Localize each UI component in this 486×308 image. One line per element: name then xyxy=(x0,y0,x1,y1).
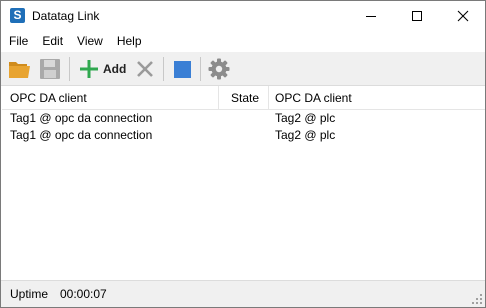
close-button[interactable] xyxy=(440,1,486,31)
gear-icon xyxy=(208,58,230,80)
add-button[interactable]: Add xyxy=(79,57,126,81)
delete-button[interactable] xyxy=(136,57,154,81)
menu-edit[interactable]: Edit xyxy=(35,32,70,51)
title-bar[interactable]: S Datatag Link xyxy=(1,1,485,31)
source-tag-cell: Tag1 @ opc da connection xyxy=(10,111,153,125)
app-icon: S xyxy=(10,8,25,23)
target-tag-cell: Tag2 @ plc xyxy=(275,128,336,142)
column-header-state[interactable]: State xyxy=(231,86,259,110)
list-header: OPC DA client State OPC DA client xyxy=(2,86,485,110)
uptime-value: 00:00:07 xyxy=(60,287,107,301)
source-tag-cell: Tag1 @ opc da connection xyxy=(10,128,153,142)
column-header-source-client[interactable]: OPC DA client xyxy=(10,86,87,110)
close-icon xyxy=(457,10,469,22)
column-divider[interactable] xyxy=(268,86,269,110)
save-icon xyxy=(40,59,60,79)
resize-grip-icon[interactable] xyxy=(472,294,482,304)
minimize-icon xyxy=(366,15,376,17)
folder-open-icon xyxy=(9,62,30,78)
status-bar: Uptime 00:00:07 xyxy=(1,280,485,307)
menu-bar: File Edit View Help xyxy=(1,32,485,51)
settings-button[interactable] xyxy=(208,57,230,81)
toolbar: Add xyxy=(1,52,485,86)
add-plus-icon xyxy=(80,60,98,78)
menu-file[interactable]: File xyxy=(1,32,35,51)
add-button-label: Add xyxy=(103,62,127,76)
open-button[interactable] xyxy=(8,57,32,81)
main-window: S Datatag Link File Edit View Help Add O… xyxy=(0,0,486,308)
save-button[interactable] xyxy=(39,57,61,81)
stop-button[interactable] xyxy=(173,57,192,81)
menu-view[interactable]: View xyxy=(70,32,110,51)
uptime-label: Uptime xyxy=(10,287,49,301)
window-title: Datatag Link xyxy=(32,9,100,23)
table-row[interactable]: Tag1 @ opc da connection Tag2 @ plc xyxy=(2,110,485,127)
toolbar-separator xyxy=(69,57,70,81)
stop-square-icon xyxy=(174,60,191,78)
column-divider[interactable] xyxy=(218,86,219,110)
toolbar-separator xyxy=(200,57,201,81)
minimize-button[interactable] xyxy=(348,1,394,31)
tag-link-list[interactable]: OPC DA client State OPC DA client Tag1 @… xyxy=(2,86,485,280)
maximize-button[interactable] xyxy=(394,1,440,31)
maximize-icon xyxy=(412,11,422,21)
table-row[interactable]: Tag1 @ opc da connection Tag2 @ plc xyxy=(2,127,485,144)
menu-help[interactable]: Help xyxy=(110,32,149,51)
delete-x-icon xyxy=(137,61,153,77)
target-tag-cell: Tag2 @ plc xyxy=(275,111,336,125)
column-header-target-client[interactable]: OPC DA client xyxy=(275,86,352,110)
toolbar-separator xyxy=(163,57,164,81)
